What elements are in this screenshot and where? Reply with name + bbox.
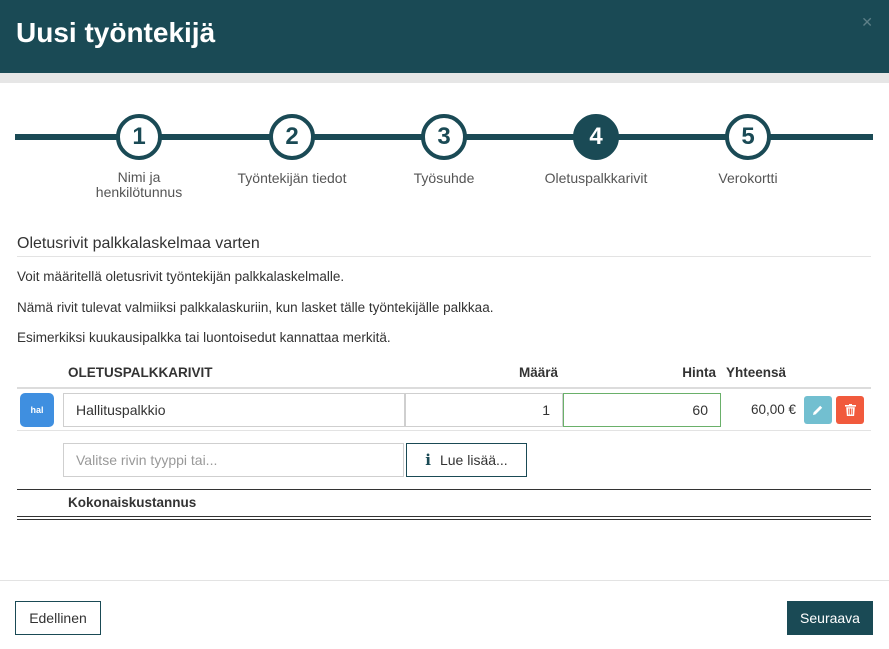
- row-qty-field[interactable]: 1: [405, 393, 563, 427]
- intro-paragraph-2: Nämä rivit tulevat valmiiksi palkkalasku…: [17, 300, 494, 315]
- total-divider-bottom: [17, 516, 871, 520]
- close-icon[interactable]: ✕: [861, 14, 873, 30]
- pencil-icon: [813, 405, 823, 415]
- step-3-number: 3: [421, 114, 467, 160]
- read-more-label: Lue lisää...: [439, 452, 508, 468]
- step-2-number: 2: [269, 114, 315, 160]
- column-header-price: Hinta: [682, 365, 716, 380]
- column-header-qty: Määrä: [518, 365, 558, 380]
- step-2[interactable]: 2 Työntekijän tiedot: [222, 114, 362, 186]
- total-cost-label: Kokonaiskustannus: [68, 495, 197, 510]
- step-1[interactable]: 1 Nimi ja henkilötunnus: [69, 114, 209, 200]
- header-divider: [0, 73, 889, 83]
- read-more-button[interactable]: i Lue lisää...: [406, 443, 527, 477]
- wizard-stepper: 1 Nimi ja henkilötunnus 2 Työntekijän ti…: [15, 114, 873, 210]
- edit-row-button[interactable]: [804, 396, 832, 424]
- step-5-label: Verokortti: [718, 170, 778, 186]
- step-3[interactable]: 3 Työsuhde: [374, 114, 514, 186]
- footer-divider: [0, 580, 889, 581]
- modal-title: Uusi työntekijä: [16, 17, 216, 48]
- row-total: 60,00 €: [750, 402, 796, 417]
- step-4-number: 4: [573, 114, 619, 160]
- column-header-item: OLETUSPALKKARIVIT: [68, 365, 213, 380]
- section-divider: [17, 256, 871, 257]
- modal-header: Uusi työntekijä ✕: [0, 0, 889, 73]
- step-5[interactable]: 5 Verokortti: [678, 114, 818, 186]
- row-divider: [17, 430, 871, 431]
- row-price-field[interactable]: 60: [563, 393, 721, 427]
- row-type-input[interactable]: Valitse rivin tyyppi tai...: [63, 443, 404, 477]
- step-5-number: 5: [725, 114, 771, 160]
- step-1-number: 1: [116, 114, 162, 160]
- row-name-field[interactable]: Hallituspalkkio: [63, 393, 405, 427]
- step-1-label: Nimi ja henkilötunnus: [95, 169, 183, 200]
- previous-button[interactable]: Edellinen: [15, 601, 101, 635]
- trash-icon: [844, 404, 856, 416]
- section-title: Oletusrivit palkkalaskelmaa varten: [17, 235, 260, 252]
- step-2-label: Työntekijän tiedot: [237, 170, 347, 186]
- column-header-total: Yhteensä: [726, 365, 787, 380]
- total-divider-top: [17, 489, 871, 490]
- intro-paragraph-3: Esimerkiksi kuukausipalkka tai luontoise…: [17, 330, 391, 345]
- next-button[interactable]: Seuraava: [787, 601, 873, 635]
- step-4-label: Oletuspalkkarivit: [544, 170, 648, 186]
- intro-paragraph-1: Voit määritellä oletusrivit työntekijän …: [17, 269, 345, 284]
- info-icon: i: [425, 451, 431, 469]
- row-type-avatar: hal: [20, 393, 54, 427]
- step-3-label: Työsuhde: [413, 170, 475, 186]
- table-header-divider: [17, 387, 871, 389]
- delete-row-button[interactable]: [836, 396, 864, 424]
- step-4[interactable]: 4 Oletuspalkkarivit: [526, 114, 666, 186]
